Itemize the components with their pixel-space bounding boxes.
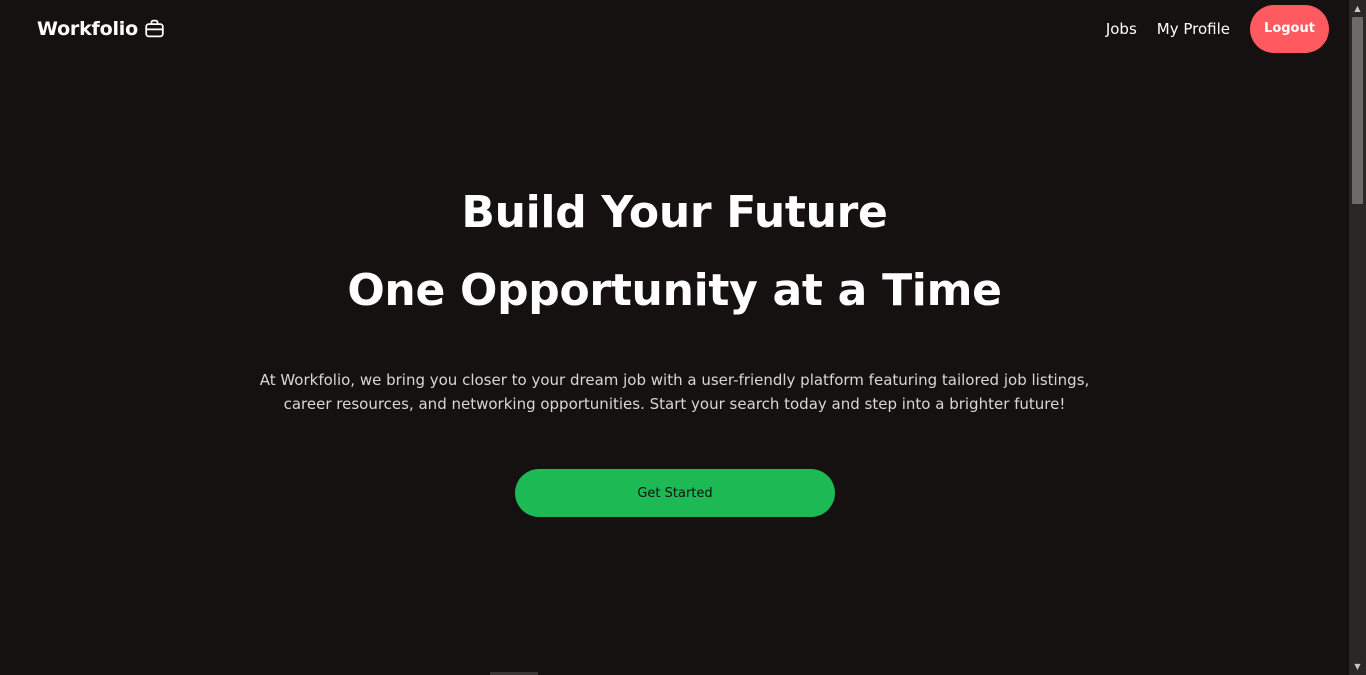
scrollbar-thumb[interactable]: [1352, 17, 1363, 204]
scroll-down-arrow-icon[interactable]: ▼: [1349, 658, 1366, 675]
hero-section: Build Your Future One Opportunity at a T…: [0, 0, 1349, 675]
vertical-scrollbar[interactable]: ▲ ▼: [1349, 0, 1366, 675]
scroll-up-arrow-icon[interactable]: ▲: [1349, 0, 1366, 17]
hero-title-line-2: One Opportunity at a Time: [347, 265, 1002, 316]
hero-title-line-1: Build Your Future: [461, 187, 888, 238]
get-started-button[interactable]: Get Started: [515, 469, 835, 517]
hero-description: At Workfolio, we bring you closer to you…: [259, 371, 1090, 413]
page: Workfolio Jobs My Profile Logout Build Y…: [0, 0, 1366, 675]
